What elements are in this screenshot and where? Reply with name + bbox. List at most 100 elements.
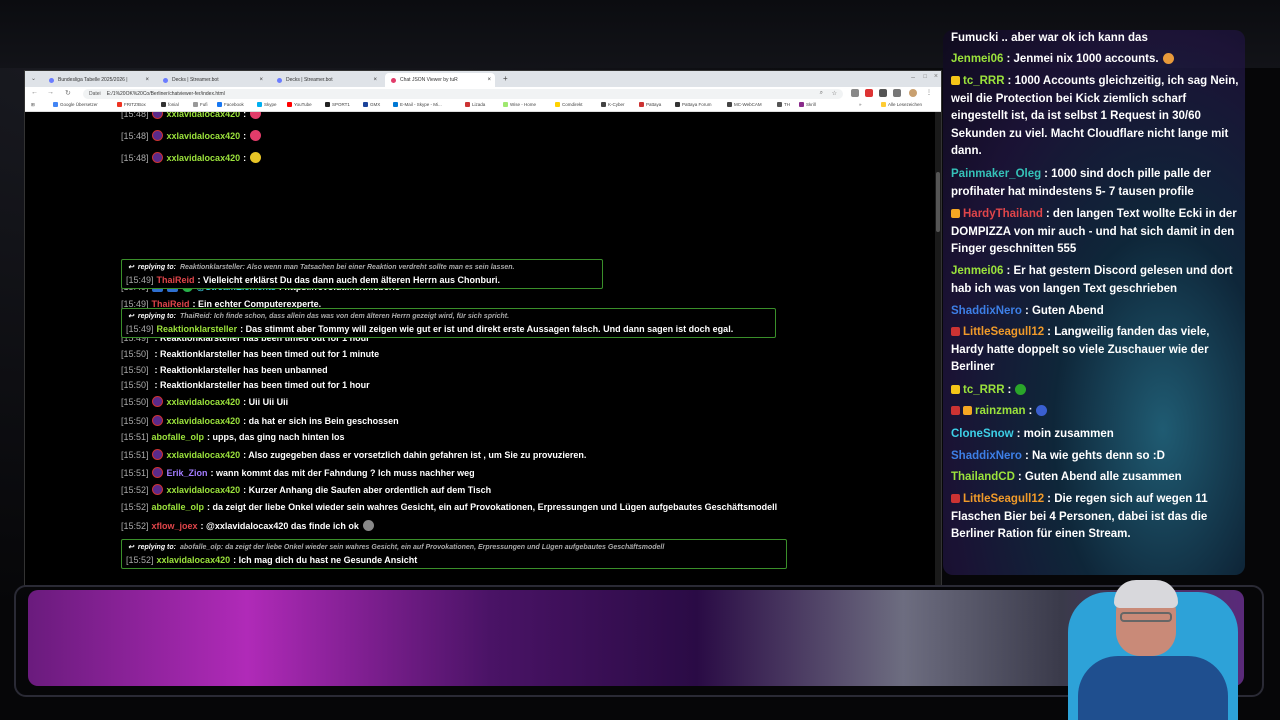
chat-message-row: [15:50]: Reaktionklarsteller has been un… [121, 365, 328, 375]
bookmark-star-icon[interactable]: ☆ [832, 90, 837, 97]
bookmark-item[interactable]: Google Übersetzer [53, 102, 98, 107]
reply-message: [15:49] Reaktionklarsteller: Das stimmt a… [122, 320, 775, 337]
flag-badge-icon [951, 494, 960, 503]
bookmark-item[interactable]: TH [777, 102, 790, 107]
overlay-username: ShaddixNero [951, 450, 1022, 462]
extensions-puzzle-icon[interactable] [893, 89, 901, 97]
close-icon[interactable]: × [487, 77, 491, 83]
all-bookmarks-button[interactable]: Alle Lesezeichen [881, 102, 922, 107]
maximize-icon[interactable]: □ [923, 74, 927, 80]
zoom-icon[interactable]: ⌕ [820, 90, 823, 97]
overlay-message-text: : Jenmei nix 1000 accounts. [1006, 53, 1159, 65]
bookmark-item[interactable]: Lizada [465, 102, 485, 107]
message-text: : Reaktionklarsteller has been timed out… [154, 380, 370, 390]
tab-chat-viewer[interactable]: Chat JSON Viewer by tuR × [385, 73, 495, 87]
bookmark-favicon [393, 102, 398, 107]
scrollbar[interactable] [935, 112, 941, 585]
username[interactable]: xxlavidalocax420 [167, 112, 241, 119]
username[interactable]: xflow_joex [152, 521, 198, 531]
username[interactable]: xxlavidalocax420 [167, 131, 241, 141]
reload-icon[interactable]: ↻ [65, 89, 71, 97]
minimize-icon[interactable]: – [911, 74, 915, 81]
reply-quoted-text: : Also wenn man Tatsachen bei einer Reak… [242, 264, 515, 271]
tab-bundesliga[interactable]: Bundesliga Tabelle 2025/2026 | × [43, 73, 153, 87]
username[interactable]: xxlavidalocax420 [167, 450, 241, 460]
new-tab-button[interactable]: + [503, 74, 508, 83]
overlay-message-text: : 1000 Accounts gleichzeitig, ich sag Ne… [951, 75, 1239, 157]
site-info-label[interactable]: Datei [89, 91, 101, 97]
message-text: : Reaktionklarsteller has been unbanned [154, 365, 328, 375]
overlay-message-text: : moin zusammen [1016, 428, 1114, 440]
profile-avatar-icon[interactable] [909, 89, 917, 97]
username[interactable]: xxlavidalocax420 [167, 397, 241, 407]
username[interactable]: xxlavidalocax420 [167, 153, 241, 163]
bookmark-item[interactable]: Skrill [799, 102, 816, 107]
bookmark-favicon [777, 102, 782, 107]
close-icon[interactable]: × [259, 77, 263, 83]
bookmarks-overflow-button[interactable]: » [859, 102, 862, 107]
overlay-chat-message: Jenmei06: Jenmei nix 1000 accounts. [951, 51, 1239, 69]
tab-bar: ⌄ Bundesliga Tabelle 2025/2026 | × Decks… [25, 71, 941, 87]
tab-favicon [277, 77, 282, 83]
address-bar[interactable]: Datei E:/1%20OK%20Co/Berliner/chatviewer… [83, 89, 843, 99]
bookmark-item[interactable]: K-Cyber [601, 102, 625, 107]
bookmark-item[interactable]: Fufi [193, 102, 208, 107]
overlay-chat-message: ThailandCD: Guten Abend alle zusammen [951, 469, 1239, 487]
overlay-username: LittleSeagull12 [963, 326, 1045, 338]
bookmark-item[interactable]: GMX [363, 102, 380, 107]
warning-badge-icon [963, 406, 972, 415]
overlay-chat-message: Painmaker_Oleg: 1000 sind doch pille pal… [951, 166, 1239, 201]
timestamp: [15:48] [121, 152, 149, 163]
bookmark-item[interactable]: FRITZ!Box [117, 102, 146, 107]
chat-message-row: [15:48] xxlavidalocax420: [121, 152, 262, 163]
close-icon[interactable]: × [373, 77, 377, 83]
username[interactable]: ThaiReid [157, 275, 195, 285]
tab-decks-1[interactable]: Decks | Streamer.bot × [157, 73, 267, 87]
bookmark-favicon [727, 102, 732, 107]
bookmark-item[interactable]: Pattaya Forum [675, 102, 712, 107]
bookmark-item[interactable]: E-Mail - Skype - Mi... [393, 102, 442, 107]
bookmark-item[interactable]: SPORT1 [325, 102, 350, 107]
back-arrow-icon[interactable]: ← [31, 89, 38, 96]
username[interactable]: xxlavidalocax420 [167, 485, 241, 495]
username[interactable]: abofalle_olp [152, 432, 205, 442]
close-window-icon[interactable]: × [934, 73, 938, 80]
bookmark-item[interactable]: Pattaya [639, 102, 661, 107]
username[interactable]: abofalle_olp [152, 502, 205, 512]
bookmark-item[interactable]: fonial [161, 102, 179, 107]
timestamp: [15:51] [121, 467, 149, 478]
timestamp: [15:49] [126, 324, 154, 334]
apps-grid-icon[interactable]: ⊞ [31, 102, 35, 108]
menu-kebab-icon[interactable]: ⋮ [925, 89, 933, 97]
bookmark-favicon [257, 102, 262, 107]
bookmark-item[interactable]: Skype [257, 102, 277, 107]
reply-context: ↩ replying to: abofalle_olp: da zeigt der … [122, 540, 786, 551]
bookmark-item[interactable]: Facebook [217, 102, 244, 107]
message-text: : Kurzer Anhang die Saufen aber ordentli… [243, 484, 492, 495]
username[interactable]: Erik_Zion [167, 468, 208, 478]
scrollbar-thumb[interactable] [936, 172, 940, 232]
reply-arrow-icon: ↩ [128, 264, 134, 271]
chat-message-row: [15:48] xxlavidalocax420: [121, 112, 262, 119]
tab-list-icon[interactable]: ⌄ [31, 75, 36, 82]
overlay-message-text: : [1028, 405, 1033, 417]
bookmark-item[interactable]: YouTube [287, 102, 312, 107]
extension-icon[interactable] [865, 89, 873, 97]
username[interactable]: xxlavidalocax420 [157, 555, 231, 565]
tab-decks-2[interactable]: Decks | Streamer.bot × [271, 73, 381, 87]
user-badge-icon [151, 152, 163, 163]
overlay-message-text: : Guten Abend [1024, 305, 1104, 317]
bookmark-item[interactable]: Wise - Home [503, 102, 536, 107]
username[interactable]: Reaktionklarsteller [157, 324, 238, 334]
extension-icon[interactable] [851, 89, 859, 97]
extension-icon[interactable] [879, 89, 887, 97]
bookmark-favicon [117, 102, 122, 107]
username[interactable]: xxlavidalocax420 [167, 416, 241, 426]
forward-arrow-icon[interactable]: → [47, 89, 54, 96]
user-badge-icon [151, 449, 163, 460]
folder-icon [881, 102, 886, 107]
close-icon[interactable]: × [145, 77, 149, 83]
bookmark-favicon [799, 102, 804, 107]
bookmark-item[interactable]: MC-WebCAM [727, 102, 762, 107]
bookmark-item[interactable]: Comdirekt [555, 102, 583, 107]
